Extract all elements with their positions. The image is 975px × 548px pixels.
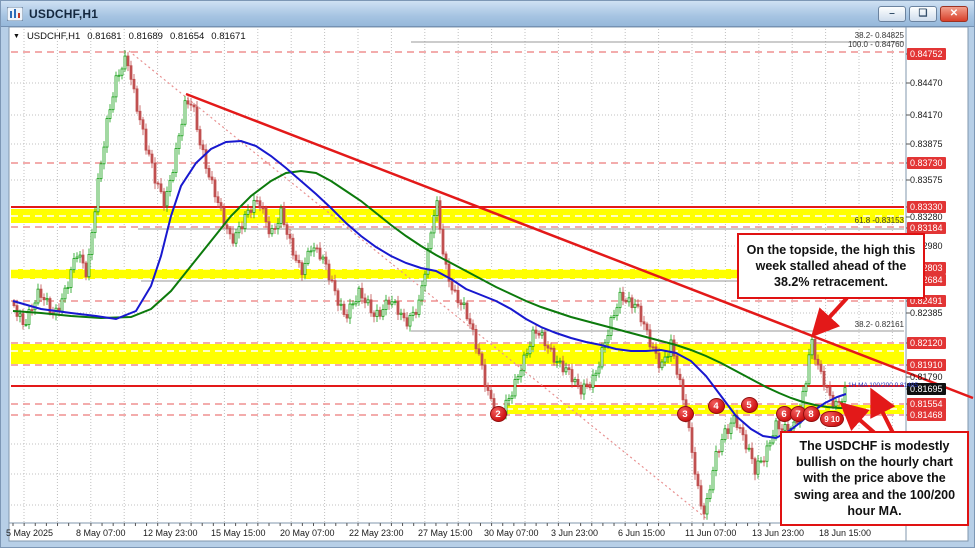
ohlc-high: 0.81689: [129, 31, 163, 42]
minimize-button[interactable]: –: [878, 6, 906, 22]
ohlc-low: 0.81654: [170, 31, 204, 42]
chart-canvas[interactable]: 0.847520.844700.841700.838750.837300.835…: [1, 27, 975, 548]
window-titlebar: USDCHF,H1 – ❏ ✕: [1, 1, 974, 27]
close-button[interactable]: ✕: [940, 6, 968, 22]
ohlc-symbol: USDCHF,H1: [27, 31, 80, 42]
mt4-chart-window: USDCHF,H1 – ❏ ✕ 0.847520.844700.841700.8…: [0, 0, 975, 548]
window-title: USDCHF,H1: [29, 7, 98, 21]
annotation-topside-note: On the topside, the high this week stall…: [737, 233, 925, 299]
ma-value-label: 1H MA 100/200 0.81495: [848, 382, 918, 389]
ohlc-close: 0.81671: [211, 31, 245, 42]
dropdown-arrow-icon[interactable]: ▼: [13, 33, 20, 40]
ohlc-info-line: ▼ USDCHF,H1 0.81681 0.81689 0.81654 0.81…: [13, 31, 246, 42]
annotation-bullish-note: The USDCHF is modestly bullish on the ho…: [780, 431, 969, 526]
ohlc-open: 0.81681: [87, 31, 121, 42]
chart-app-icon: [7, 7, 23, 21]
maximize-button[interactable]: ❏: [909, 6, 937, 22]
